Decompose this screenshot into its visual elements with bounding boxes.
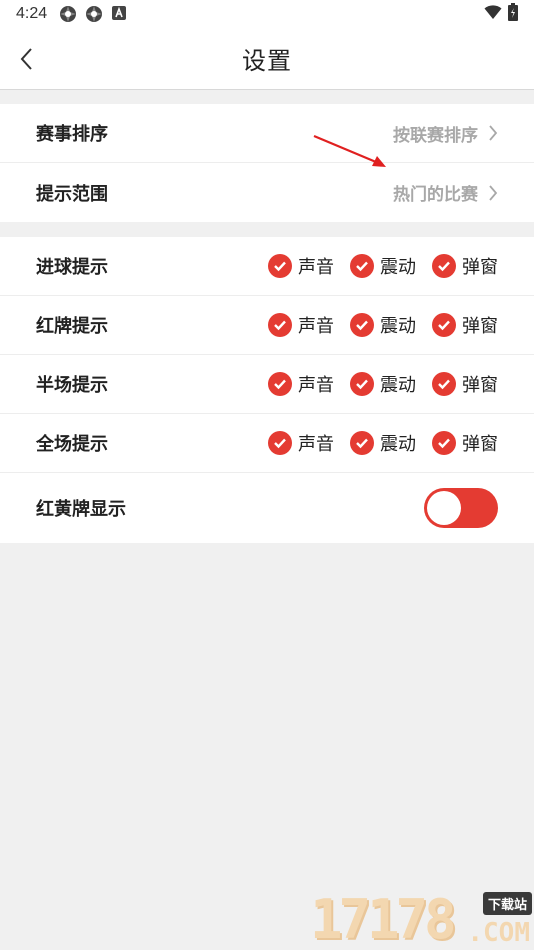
watermark-tag: 下载站 bbox=[482, 892, 532, 915]
check-icon bbox=[350, 313, 374, 337]
check-icon bbox=[268, 431, 292, 455]
option-vibrate[interactable]: 震动 bbox=[350, 430, 416, 456]
row-label: 进球提示 bbox=[36, 257, 108, 278]
row-label: 红牌提示 bbox=[36, 316, 108, 337]
option-group: 声音 震动 弹窗 bbox=[268, 430, 498, 456]
option-group: 声音 震动 弹窗 bbox=[268, 371, 498, 397]
row-goal-alert: 进球提示 声音 震动 弹窗 bbox=[0, 237, 534, 296]
option-label: 声音 bbox=[298, 316, 334, 337]
option-label: 弹窗 bbox=[462, 257, 498, 278]
option-sound[interactable]: 声音 bbox=[268, 253, 334, 279]
check-icon bbox=[432, 254, 456, 278]
option-label: 震动 bbox=[380, 316, 416, 337]
watermark-number: 17178 bbox=[310, 888, 457, 950]
option-group: 声音 震动 弹窗 bbox=[268, 253, 498, 279]
row-label: 全场提示 bbox=[36, 434, 108, 455]
status-time: 4:24 bbox=[16, 5, 48, 22]
check-icon bbox=[268, 254, 292, 278]
check-icon bbox=[432, 431, 456, 455]
page-title: 设置 bbox=[242, 47, 292, 75]
option-label: 弹窗 bbox=[462, 434, 498, 455]
app-icon-2 bbox=[85, 5, 103, 23]
app-icon-1 bbox=[59, 5, 77, 23]
check-icon bbox=[432, 313, 456, 337]
check-icon bbox=[268, 372, 292, 396]
option-vibrate[interactable]: 震动 bbox=[350, 253, 416, 279]
chevron-right-icon bbox=[488, 184, 498, 202]
option-label: 震动 bbox=[380, 434, 416, 455]
annotation-arrow-icon bbox=[313, 134, 386, 167]
row-card-display: 红黄牌显示 bbox=[0, 473, 534, 543]
option-sound[interactable]: 声音 bbox=[268, 371, 334, 397]
toggle-knob bbox=[427, 491, 461, 525]
check-icon bbox=[350, 372, 374, 396]
option-vibrate[interactable]: 震动 bbox=[350, 371, 416, 397]
option-popup[interactable]: 弹窗 bbox=[432, 371, 498, 397]
row-value: 按联赛排序 bbox=[393, 121, 498, 146]
row-label: 提示范围 bbox=[36, 183, 108, 205]
section-alerts: 进球提示 声音 震动 弹窗 红牌提示 声音 震动 弹窗 半场提示 声音 震动 弹… bbox=[0, 237, 534, 543]
option-label: 声音 bbox=[298, 257, 334, 278]
title-bar: 设置 bbox=[0, 28, 534, 90]
option-label: 弹窗 bbox=[462, 316, 498, 337]
watermark-suffix: .COM bbox=[467, 918, 530, 948]
row-redcard-alert: 红牌提示 声音 震动 弹窗 bbox=[0, 296, 534, 355]
row-value: 热门的比赛 bbox=[393, 180, 498, 205]
option-popup[interactable]: 弹窗 bbox=[432, 253, 498, 279]
row-label: 赛事排序 bbox=[36, 124, 108, 145]
row-fulltime-alert: 全场提示 声音 震动 弹窗 bbox=[0, 414, 534, 473]
row-halftime-alert: 半场提示 声音 震动 弹窗 bbox=[0, 355, 534, 414]
option-sound[interactable]: 声音 bbox=[268, 430, 334, 456]
check-icon bbox=[268, 313, 292, 337]
option-label: 声音 bbox=[298, 434, 334, 455]
option-group: 声音 震动 弹窗 bbox=[268, 312, 498, 338]
status-bar: 4:24 bbox=[0, 0, 534, 28]
chevron-right-icon bbox=[488, 124, 498, 142]
battery-icon bbox=[508, 3, 518, 25]
check-icon bbox=[432, 372, 456, 396]
option-label: 弹窗 bbox=[462, 375, 498, 396]
row-label: 半场提示 bbox=[36, 375, 108, 396]
option-popup[interactable]: 弹窗 bbox=[432, 312, 498, 338]
check-icon bbox=[350, 431, 374, 455]
a-icon bbox=[111, 5, 129, 23]
option-label: 震动 bbox=[380, 257, 416, 278]
option-sound[interactable]: 声音 bbox=[268, 312, 334, 338]
check-icon bbox=[350, 254, 374, 278]
option-vibrate[interactable]: 震动 bbox=[350, 312, 416, 338]
row-alert-scope[interactable]: 提示范围 热门的比赛 bbox=[0, 163, 534, 222]
back-button[interactable] bbox=[12, 44, 40, 74]
option-label: 声音 bbox=[298, 375, 334, 396]
option-popup[interactable]: 弹窗 bbox=[432, 430, 498, 456]
row-match-sort[interactable]: 赛事排序 按联赛排序 bbox=[0, 104, 534, 163]
wifi-icon bbox=[484, 4, 502, 24]
watermark-logo: 17178 下载站 .COM bbox=[310, 888, 534, 950]
row-value-text: 按联赛排序 bbox=[393, 125, 478, 146]
row-value-text: 热门的比赛 bbox=[393, 185, 478, 205]
status-right bbox=[484, 3, 518, 25]
row-label: 红黄牌显示 bbox=[36, 499, 126, 520]
chevron-left-icon bbox=[20, 48, 32, 70]
card-display-toggle[interactable] bbox=[424, 488, 498, 528]
option-label: 震动 bbox=[380, 375, 416, 396]
section-sort: 赛事排序 按联赛排序 提示范围 热门的比赛 bbox=[0, 104, 534, 222]
